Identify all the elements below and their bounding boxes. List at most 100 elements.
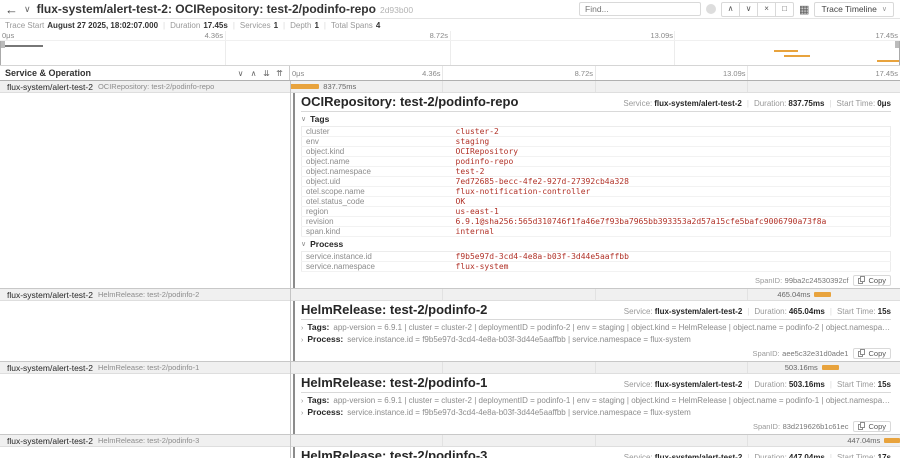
span-duration-label: 465.04ms bbox=[777, 290, 810, 300]
process-key: service.namespace bbox=[302, 262, 452, 272]
ruler-tick: 0μs bbox=[2, 31, 14, 40]
tag-key: cluster bbox=[302, 127, 452, 137]
trace-timeline-view: ← ∨ flux-system/alert-test-2: OCIReposit… bbox=[0, 0, 900, 458]
minimap-right-handle[interactable] bbox=[896, 41, 900, 65]
span-row[interactable]: flux-system/alert-test-2 HelmRelease: te… bbox=[0, 362, 900, 374]
copy-spanid-button[interactable]: Copy bbox=[853, 348, 891, 359]
separator: | bbox=[747, 380, 749, 389]
span-detail-header: HelmRelease: test-2/podinfo-3 Service:fl… bbox=[301, 449, 891, 458]
span-bar-cell[interactable]: 837.75ms bbox=[290, 81, 900, 92]
ruler-tick: 0μs bbox=[292, 66, 304, 81]
collapse-all-icon[interactable]: ⇈ bbox=[275, 69, 284, 78]
span-bar[interactable] bbox=[814, 292, 830, 297]
tag-row: object.namepodinfo-repo bbox=[302, 157, 891, 167]
meta-duration-label: Duration: bbox=[754, 380, 786, 389]
meta-start-label: Start Time: bbox=[837, 307, 876, 316]
span-detail-header: OCIRepository: test-2/podinfo-repo Servi… bbox=[301, 95, 891, 109]
focus-span-button[interactable]: □ bbox=[775, 2, 794, 17]
column-resizer[interactable] bbox=[290, 81, 291, 458]
minimap-span bbox=[774, 50, 798, 52]
tags-title: Tags bbox=[310, 115, 329, 124]
span-bar-cell[interactable]: 503.16ms bbox=[290, 362, 900, 373]
clear-search-button[interactable]: × bbox=[757, 2, 776, 17]
meta-service-label: Service: bbox=[623, 99, 652, 108]
tags-accordian[interactable]: › Tags: app-version = 6.9.1 | cluster = … bbox=[301, 322, 891, 334]
tag-key: object.name bbox=[302, 157, 452, 167]
alt-views-icon[interactable]: ▦ bbox=[799, 3, 809, 16]
trace-title: flux-system/alert-test-2: OCIRepository:… bbox=[37, 2, 413, 16]
span-detail-meta: Service:flux-system/alert-test-2|Duratio… bbox=[624, 307, 891, 316]
span-bar-cell[interactable]: 447.04ms bbox=[290, 435, 900, 446]
separator: | bbox=[747, 99, 749, 108]
depth-value: 1 bbox=[314, 21, 318, 30]
ruler-tick: 4.36s bbox=[422, 66, 440, 81]
depth-label: Depth bbox=[290, 21, 311, 30]
tag-row: regionus-east-1 bbox=[302, 207, 891, 217]
spanid-label: SpanID: bbox=[753, 422, 780, 431]
process-accordian[interactable]: › Process: service.instance.id = f9b5e97… bbox=[301, 407, 891, 419]
tag-value: OCIRepository bbox=[452, 147, 891, 157]
copy-spanid-button[interactable]: Copy bbox=[853, 421, 891, 432]
span-detail: HelmRelease: test-2/podinfo-1 Service:fl… bbox=[0, 374, 900, 435]
meta-service-label: Service: bbox=[624, 453, 653, 458]
tag-row: clustercluster-2 bbox=[302, 127, 891, 137]
span-row[interactable]: flux-system/alert-test-2 HelmRelease: te… bbox=[0, 289, 900, 301]
duration-label: Duration bbox=[170, 21, 200, 30]
span-operation-name: HelmRelease: test-2/podinfo-1 bbox=[98, 363, 199, 372]
duration-value: 17.45s bbox=[203, 21, 227, 30]
tag-value: internal bbox=[452, 227, 891, 237]
expand-one-level-icon[interactable]: ∨ bbox=[236, 69, 245, 78]
span-name-cell[interactable]: flux-system/alert-test-2 HelmRelease: te… bbox=[0, 289, 290, 300]
divider bbox=[301, 111, 891, 112]
services-label: Services bbox=[240, 21, 271, 30]
collapse-one-level-icon[interactable]: ∧ bbox=[249, 69, 258, 78]
span-bar[interactable] bbox=[822, 365, 840, 370]
separator: | bbox=[830, 307, 832, 316]
trace-overview-ruler: 0μs 4.36s 8.72s 13.09s 17.45s bbox=[0, 31, 900, 40]
timeline-grid-header: Service & Operation ∨ ∧ ⇊ ⇈ 0μs 4.36s 8.… bbox=[0, 66, 900, 81]
trace-start-value: August 27 2025, 18:02:07.000 bbox=[47, 21, 158, 30]
trace-timeline-select[interactable]: Trace Timeline ∨ bbox=[814, 2, 894, 17]
tag-key: span.kind bbox=[302, 227, 452, 237]
span-bar-cell[interactable]: 465.04ms bbox=[290, 289, 900, 300]
trace-start-label: Trace Start bbox=[5, 21, 44, 30]
ruler-tick: 13.09s bbox=[723, 66, 746, 81]
total-spans-label: Total Spans bbox=[331, 21, 373, 30]
expand-all-icon[interactable]: ⇊ bbox=[262, 69, 271, 78]
tag-key: object.namespace bbox=[302, 167, 452, 177]
tags-accordian[interactable]: › Tags: app-version = 6.9.1 | cluster = … bbox=[301, 395, 891, 407]
trace-minimap[interactable] bbox=[0, 40, 900, 66]
collapse-trace-header-icon[interactable]: ∨ bbox=[24, 4, 31, 15]
find-input[interactable] bbox=[579, 2, 701, 16]
ruler-tick: 17.45s bbox=[875, 66, 898, 81]
caret-down-icon: ∨ bbox=[882, 5, 887, 13]
back-icon[interactable]: ← bbox=[5, 3, 18, 16]
process-title: Process: bbox=[307, 408, 343, 417]
span-bar[interactable] bbox=[290, 84, 319, 89]
span-row[interactable]: flux-system/alert-test-2 OCIRepository: … bbox=[0, 81, 900, 93]
span-name-cell[interactable]: flux-system/alert-test-2 HelmRelease: te… bbox=[0, 362, 290, 373]
span-name-cell[interactable]: flux-system/alert-test-2 HelmRelease: te… bbox=[0, 435, 290, 446]
span-name-cell[interactable]: flux-system/alert-test-2 OCIRepository: … bbox=[0, 81, 290, 92]
span-bar[interactable] bbox=[884, 438, 900, 443]
view-select-label: Trace Timeline bbox=[821, 4, 876, 14]
span-detail: OCIRepository: test-2/podinfo-repo Servi… bbox=[0, 93, 900, 289]
spanid-row: SpanID: 83d219626b1c61ec Copy bbox=[301, 420, 891, 432]
copy-spanid-button[interactable]: Copy bbox=[853, 275, 891, 286]
tags-accordian[interactable]: ∨ Tags bbox=[301, 114, 891, 125]
minimap-left-handle[interactable] bbox=[0, 41, 4, 65]
search-count-badge bbox=[706, 4, 716, 14]
meta-service-value: flux-system/alert-test-2 bbox=[655, 453, 743, 458]
spanid-value: aee5c32e31d0ade1 bbox=[782, 349, 848, 358]
meta-service-value: flux-system/alert-test-2 bbox=[654, 99, 742, 108]
process-accordian[interactable]: ∨ Process bbox=[301, 239, 891, 250]
span-duration-label: 447.04ms bbox=[847, 436, 880, 446]
span-row[interactable]: flux-system/alert-test-2 HelmRelease: te… bbox=[0, 435, 900, 447]
next-result-button[interactable]: ∨ bbox=[739, 2, 758, 17]
span-operation-name: OCIRepository: test-2/podinfo-repo bbox=[98, 82, 214, 91]
meta-duration-label: Duration: bbox=[754, 99, 786, 108]
process-accordian[interactable]: › Process: service.instance.id = f9b5e97… bbox=[301, 334, 891, 346]
service-operation-title: Service & Operation bbox=[5, 68, 91, 78]
tag-value: test-2 bbox=[452, 167, 891, 177]
prev-result-button[interactable]: ∧ bbox=[721, 2, 740, 17]
